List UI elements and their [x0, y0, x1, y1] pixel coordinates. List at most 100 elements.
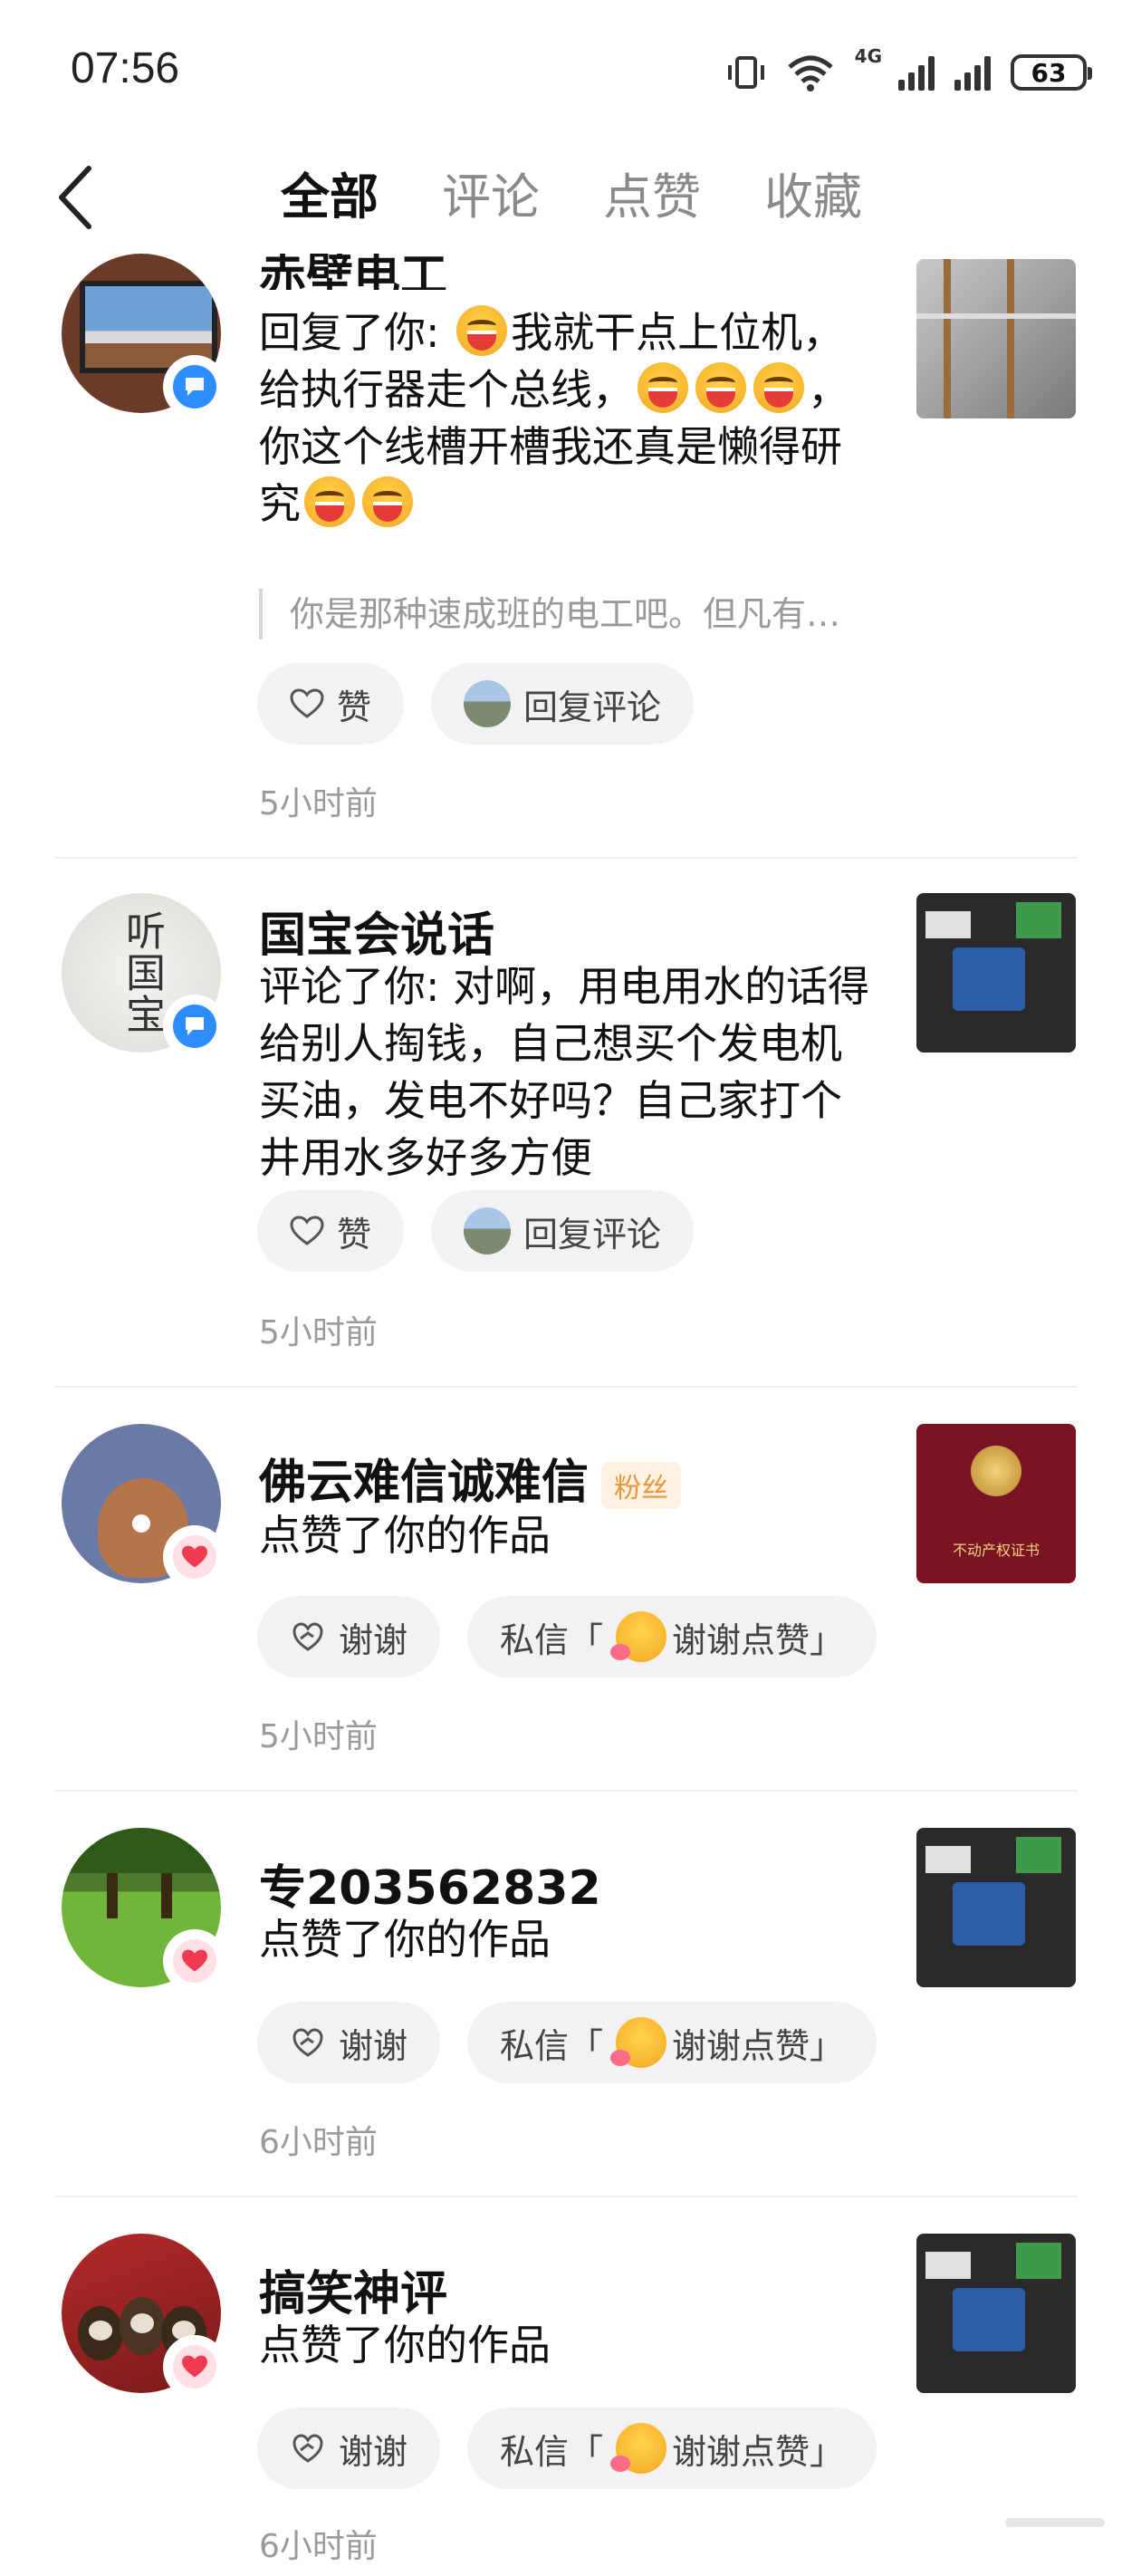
thanks-heart-hand-icon — [292, 2434, 323, 2463]
like-button[interactable]: 赞 — [257, 663, 405, 745]
like-label: 赞 — [337, 1214, 372, 1254]
timestamp: 6小时前 — [259, 2528, 378, 2565]
avatar[interactable] — [62, 2234, 226, 2398]
like-text: 点赞了你的作品 — [259, 1511, 551, 1560]
reply-label: 回复评论 — [523, 1214, 662, 1254]
dm-prefix: 私信「 — [500, 2431, 604, 2472]
tab-bar: 全部 评论 点赞 收藏 — [281, 161, 862, 234]
signal-icon-2 — [954, 54, 991, 91]
post-thumbnail[interactable] — [916, 2234, 1076, 2393]
laughing-emoji-icon — [456, 305, 508, 356]
comment-badge-icon — [163, 355, 226, 418]
status-time: 07:56 — [71, 44, 180, 92]
thanks-button[interactable]: 谢谢 — [257, 2002, 441, 2083]
thanks-label: 谢谢 — [339, 2025, 408, 2066]
battery-level: 63 — [1031, 57, 1067, 88]
comment-text: 回复了你: 我就干点上位机，给执行器走个总线， ，你这个线槽开槽我还真是懒得研究 — [259, 304, 875, 533]
reply-button[interactable]: 回复评论 — [431, 663, 695, 745]
action-row: 谢谢 私信「 谢谢点赞」 — [257, 1596, 877, 1677]
comment-badge-icon — [163, 995, 226, 1058]
laughing-emoji-icon — [695, 362, 746, 413]
user-name[interactable]: 佛云难信诚难信 粉丝 — [259, 1444, 682, 1512]
status-bar: 07:56 4G 63 — [0, 0, 1141, 145]
reply-label: 回复评论 — [523, 687, 662, 727]
vibrate-icon — [727, 56, 764, 89]
network-type: 4G — [854, 45, 882, 67]
post-thumbnail[interactable] — [916, 893, 1076, 1053]
avatar[interactable]: 听国宝 — [62, 893, 226, 1058]
avatar[interactable] — [62, 1424, 226, 1589]
blush-emoji-icon — [610, 2017, 667, 2068]
dm-prefix: 私信「 — [500, 2025, 604, 2066]
tab-comments[interactable]: 评论 — [442, 161, 540, 234]
timestamp: 5小时前 — [259, 1314, 378, 1351]
like-text: 点赞了你的作品 — [259, 1915, 551, 1964]
tab-likes[interactable]: 点赞 — [603, 161, 701, 234]
like-badge-icon — [163, 2335, 226, 2398]
blush-emoji-icon — [610, 1611, 667, 1662]
laughing-emoji-icon — [638, 362, 688, 413]
divider — [54, 2196, 1078, 2197]
action-row: 赞 回复评论 — [257, 663, 695, 745]
thumbnail-caption: 不动产权证书 — [952, 1542, 1040, 1559]
dm-text: 谢谢点赞」 — [672, 1620, 845, 1660]
back-arrow-icon[interactable] — [51, 161, 105, 234]
thanks-button[interactable]: 谢谢 — [257, 2408, 441, 2489]
action-row: 谢谢 私信「 谢谢点赞」 — [257, 2408, 877, 2489]
timestamp: 6小时前 — [259, 2124, 378, 2161]
avatar-calligraphy: 听国宝 — [119, 910, 165, 1035]
laughing-emoji-icon — [362, 476, 413, 527]
like-badge-icon — [163, 1929, 226, 1993]
private-message-button[interactable]: 私信「 谢谢点赞」 — [467, 2408, 877, 2489]
home-indicator[interactable] — [1005, 2518, 1105, 2527]
like-label: 赞 — [337, 687, 372, 727]
action-row: 谢谢 私信「 谢谢点赞」 — [257, 2002, 877, 2083]
dm-prefix: 私信「 — [500, 1620, 604, 1660]
laughing-emoji-icon — [753, 362, 804, 413]
dm-text: 谢谢点赞」 — [672, 2025, 845, 2066]
wifi-icon — [788, 55, 833, 91]
status-icons: 4G 63 — [726, 45, 1092, 100]
user-name-text: 佛云难信诚难信 — [259, 1456, 590, 1510]
like-button[interactable]: 赞 — [257, 1190, 405, 1272]
thanks-label: 谢谢 — [339, 2431, 408, 2472]
signal-icon — [898, 54, 935, 91]
comment-text-part: 回复了你: — [259, 308, 454, 357]
user-name[interactable]: 搞笑神评 — [259, 2255, 447, 2323]
tab-favorites[interactable]: 收藏 — [764, 161, 862, 234]
timestamp: 5小时前 — [259, 785, 378, 822]
avatar[interactable] — [62, 254, 226, 418]
laughing-emoji-icon — [304, 476, 355, 527]
timestamp: 5小时前 — [259, 1718, 378, 1755]
thanks-heart-hand-icon — [292, 2028, 323, 2057]
post-thumbnail[interactable] — [916, 259, 1076, 418]
blush-emoji-icon — [610, 2423, 667, 2474]
fan-badge: 粉丝 — [601, 1462, 682, 1509]
dm-text: 谢谢点赞」 — [672, 2431, 845, 2472]
like-text: 点赞了你的作品 — [259, 2321, 551, 2369]
divider — [54, 1386, 1078, 1388]
reply-button[interactable]: 回复评论 — [431, 1190, 695, 1272]
my-avatar-mini — [464, 680, 512, 727]
heart-outline-icon — [290, 1216, 324, 1245]
avatar[interactable] — [62, 1828, 226, 1993]
comment-text: 评论了你: 对啊，用电用水的话得给别人掏钱，自己想买个发电机买油，发电不好吗？自… — [259, 962, 870, 1182]
thanks-heart-hand-icon — [292, 1622, 323, 1651]
divider — [54, 857, 1078, 859]
divider — [54, 1790, 1078, 1792]
user-name[interactable]: 专203562832 — [259, 1850, 601, 1918]
action-row: 赞 回复评论 — [257, 1190, 695, 1272]
battery-indicator: 63 — [1011, 54, 1092, 91]
thanks-label: 谢谢 — [339, 1620, 408, 1660]
quoted-comment: 你是那种速成班的电工吧。但凡有… — [259, 589, 915, 639]
my-avatar-mini — [464, 1207, 512, 1254]
user-name[interactable]: 国宝会说话 — [259, 897, 494, 965]
thanks-button[interactable]: 谢谢 — [257, 1596, 441, 1677]
private-message-button[interactable]: 私信「 谢谢点赞」 — [467, 2002, 877, 2083]
like-badge-icon — [163, 1525, 226, 1589]
heart-outline-icon — [290, 688, 324, 718]
post-thumbnail[interactable]: 不动产权证书 — [916, 1424, 1076, 1583]
private-message-button[interactable]: 私信「 谢谢点赞」 — [467, 1596, 877, 1677]
tab-all[interactable]: 全部 — [281, 161, 379, 234]
post-thumbnail[interactable] — [916, 1828, 1076, 1987]
